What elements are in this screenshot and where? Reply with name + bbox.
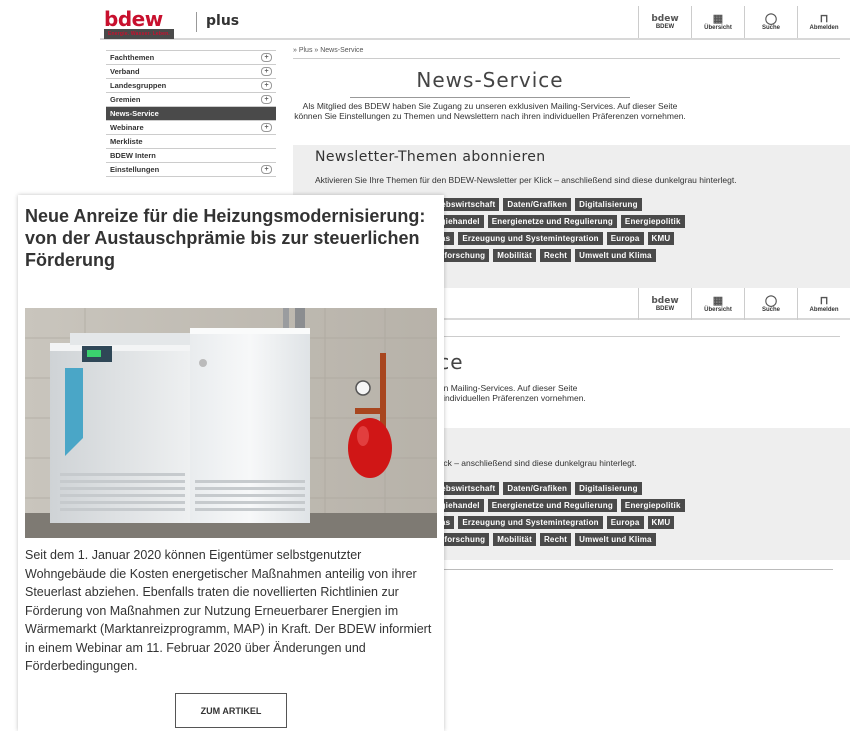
logo-wordmark: bdew bbox=[104, 7, 163, 31]
newsletter-desc: Aktivieren Sie Ihre Themen für den BDEW-… bbox=[315, 175, 737, 185]
nav-label: Abmelden bbox=[809, 25, 839, 31]
breadcrumb[interactable]: » Plus » News-Service bbox=[293, 47, 363, 54]
back-nav-overview[interactable]: ▦ Übersicht bbox=[691, 288, 744, 320]
nav-label: Suche bbox=[761, 25, 780, 31]
sidebar-item-label: Gremien bbox=[110, 95, 141, 104]
back-tag-row-2: Energiehandel Energienetze und Regulieru… bbox=[418, 499, 685, 512]
tag-row-4: Marktforschung Mobilität Recht Umwelt un… bbox=[418, 249, 656, 262]
bdew-logo-icon: bdew bbox=[651, 13, 679, 24]
page-title: News-Service bbox=[416, 68, 564, 92]
sidebar-item-label: Verband bbox=[110, 67, 140, 76]
sidebar-item-gremien[interactable]: Gremien + bbox=[106, 92, 276, 106]
nav-logout[interactable]: ⊓ Abmelden bbox=[797, 6, 850, 38]
back-bottom-divider bbox=[400, 569, 833, 570]
tag-button[interactable]: Recht bbox=[539, 249, 572, 262]
expand-icon[interactable]: + bbox=[261, 53, 272, 62]
breadcrumb-divider bbox=[293, 58, 840, 59]
nav-label: Übersicht bbox=[704, 307, 732, 313]
expand-icon[interactable]: + bbox=[261, 95, 272, 104]
sidebar-item-bdew-intern[interactable]: BDEW Intern bbox=[106, 148, 276, 162]
back-nav-logout[interactable]: ⊓ Abmelden bbox=[797, 288, 850, 320]
sidebar-item-fachthemen[interactable]: Fachthemen + bbox=[106, 50, 276, 64]
tag-button[interactable]: Mobilität bbox=[493, 533, 536, 546]
title-underline bbox=[350, 97, 630, 98]
expand-icon[interactable]: + bbox=[261, 81, 272, 90]
tag-row-3: Erdgas Erzeugung und Systemintegration E… bbox=[418, 232, 675, 245]
expand-icon[interactable]: + bbox=[261, 165, 272, 174]
unlock-icon: ⊓ bbox=[819, 295, 829, 307]
product-name: plus bbox=[206, 13, 240, 29]
sidebar-item-landesgruppen[interactable]: Landesgruppen + bbox=[106, 78, 276, 92]
tag-button[interactable]: KMU bbox=[647, 232, 675, 245]
nav-label: Suche bbox=[761, 307, 780, 313]
search-icon: ◯ bbox=[764, 13, 778, 25]
article-card: Neue Anreize für die Heizungsmodernisier… bbox=[18, 195, 444, 731]
page-intro: Als Mitglied des BDEW haben Sie Zugang z… bbox=[294, 101, 686, 121]
search-icon: ◯ bbox=[764, 295, 778, 307]
sidebar-item-label: Landesgruppen bbox=[110, 81, 167, 90]
newsletter-title: Newsletter-Themen abonnieren bbox=[315, 149, 546, 165]
nav-overview[interactable]: ▦ Übersicht bbox=[691, 6, 744, 38]
logo-divider bbox=[196, 12, 197, 32]
bdew-logo-icon: bdew bbox=[651, 295, 679, 306]
tag-button[interactable]: Erzeugung und Systemintegration bbox=[458, 232, 603, 245]
tag-button[interactable]: Energienetze und Regulierung bbox=[487, 499, 617, 512]
back-nav-bdew[interactable]: bdew BDEW bbox=[638, 288, 691, 320]
tag-button[interactable]: Energiepolitik bbox=[620, 499, 685, 512]
top-nav: bdew BDEW ▦ Übersicht ◯ Suche ⊓ Abmelden bbox=[638, 6, 850, 38]
back-tag-row-1: Betriebswirtschaft Daten/Grafiken Digita… bbox=[418, 482, 642, 495]
tag-button[interactable]: Europa bbox=[606, 232, 644, 245]
nav-label: BDEW bbox=[655, 305, 675, 312]
expand-icon[interactable]: + bbox=[261, 67, 272, 76]
tag-button[interactable]: Energiepolitik bbox=[620, 215, 685, 228]
expand-icon[interactable]: + bbox=[261, 123, 272, 132]
tag-button[interactable]: Europa bbox=[606, 516, 644, 529]
nav-bdew[interactable]: bdew BDEW bbox=[638, 6, 691, 38]
logo-tagline: Energie. Wasser. Leben. bbox=[104, 29, 174, 39]
sidebar-item-label: News-Service bbox=[110, 109, 159, 118]
bdew-logo[interactable]: bdew Energie. Wasser. Leben. bbox=[104, 9, 174, 39]
tag-button[interactable]: Umwelt und Klima bbox=[575, 533, 656, 546]
sidebar-item-label: Einstellungen bbox=[110, 165, 160, 174]
unlock-icon: ⊓ bbox=[819, 13, 829, 25]
read-article-button[interactable]: ZUM ARTIKEL bbox=[175, 693, 287, 728]
sidebar-item-label: Merkliste bbox=[110, 137, 143, 146]
sidebar-item-webinare[interactable]: Webinare + bbox=[106, 120, 276, 134]
nav-label: Übersicht bbox=[704, 25, 732, 31]
sidebar-item-einstellungen[interactable]: Einstellungen + bbox=[106, 162, 276, 177]
grid-icon: ▦ bbox=[712, 295, 724, 307]
tag-row-1: Betriebswirtschaft Daten/Grafiken Digita… bbox=[418, 198, 642, 211]
back-tag-row-3: Erdgas Erzeugung und Systemintegration E… bbox=[418, 516, 675, 529]
sidebar-item-verband[interactable]: Verband + bbox=[106, 64, 276, 78]
heating-unit-image bbox=[25, 308, 437, 538]
tag-button[interactable]: Umwelt und Klima bbox=[575, 249, 656, 262]
tag-button[interactable]: Digitalisierung bbox=[575, 198, 642, 211]
back-nav: bdew BDEW ▦ Übersicht ◯ Suche ⊓ Abmelden bbox=[638, 288, 850, 320]
sidebar: Fachthemen + Verband + Landesgruppen + Grem… bbox=[106, 50, 276, 177]
tag-button[interactable]: Erzeugung und Systemintegration bbox=[458, 516, 603, 529]
tag-button[interactable]: Recht bbox=[539, 533, 572, 546]
grid-icon: ▦ bbox=[712, 13, 724, 25]
tag-button[interactable]: Daten/Grafiken bbox=[503, 198, 572, 211]
sidebar-item-news-service[interactable]: News-Service bbox=[106, 106, 276, 120]
sidebar-item-label: Fachthemen bbox=[110, 53, 155, 62]
sidebar-item-label: BDEW Intern bbox=[110, 151, 156, 160]
topbar: bdew Energie. Wasser. Leben. plus bdew BD… bbox=[100, 6, 850, 40]
tag-button[interactable]: Energienetze und Regulierung bbox=[487, 215, 617, 228]
nav-search[interactable]: ◯ Suche bbox=[744, 6, 797, 38]
nav-label: BDEW bbox=[655, 23, 675, 30]
tag-button[interactable]: Digitalisierung bbox=[575, 482, 642, 495]
nav-label: Abmelden bbox=[809, 307, 839, 313]
sidebar-item-merkliste[interactable]: Merkliste bbox=[106, 134, 276, 148]
tag-button[interactable]: Daten/Grafiken bbox=[503, 482, 572, 495]
back-nav-search[interactable]: ◯ Suche bbox=[744, 288, 797, 320]
sidebar-item-label: Webinare bbox=[110, 123, 144, 132]
tag-row-2: Energiehandel Energienetze und Regulieru… bbox=[418, 215, 685, 228]
tag-button[interactable]: Mobilität bbox=[493, 249, 536, 262]
article-title[interactable]: Neue Anreize für die Heizungsmodernisier… bbox=[25, 205, 435, 271]
article-text: Seit dem 1. Januar 2020 können Eigentüme… bbox=[25, 548, 432, 673]
tag-button[interactable]: KMU bbox=[647, 516, 675, 529]
back-tag-row-4: Marktforschung Mobilität Recht Umwelt un… bbox=[418, 533, 656, 546]
